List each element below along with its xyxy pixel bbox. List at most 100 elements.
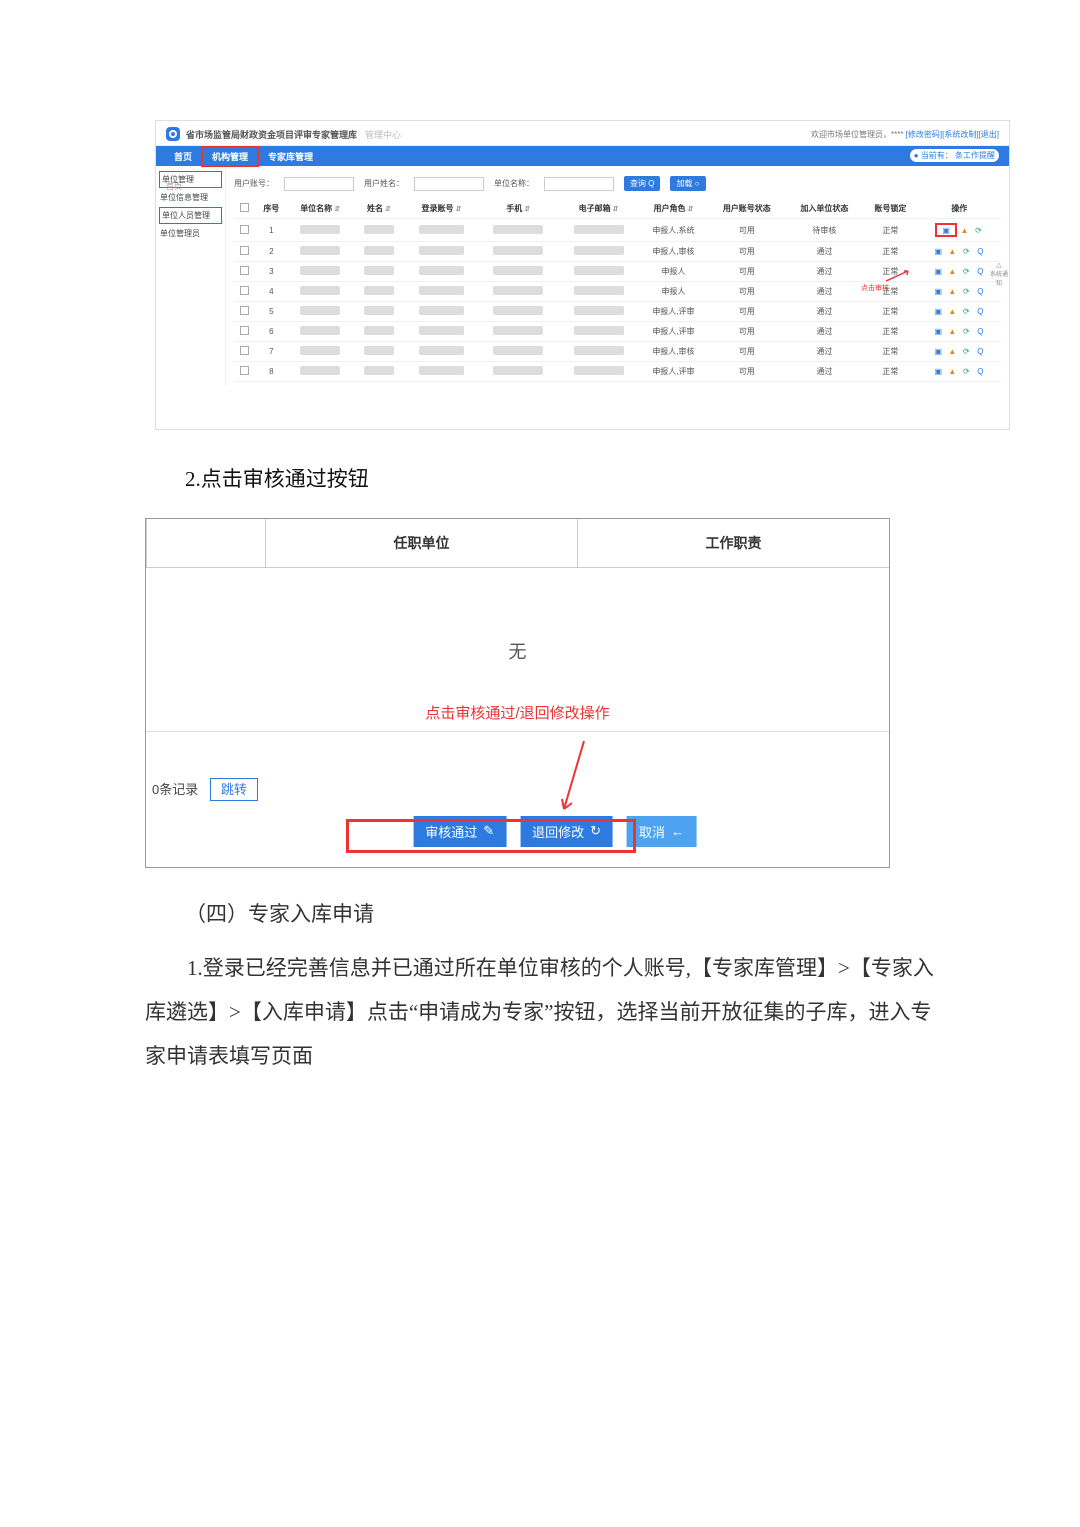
edit-icon[interactable]: ▣ [933,267,943,277]
sidebar-item-org-people[interactable]: 单位人员管理 [159,207,222,224]
sync-icon[interactable]: ⟳ [961,327,971,337]
col-org[interactable]: 单位名称⇵ [287,199,353,219]
sync-icon[interactable]: ⟳ [961,247,971,257]
col-role[interactable]: 用户角色⇵ [639,199,708,219]
user-icon[interactable]: ▲ [947,367,957,377]
col-name[interactable]: 姓名⇵ [353,199,405,219]
row-checkbox[interactable] [240,266,249,275]
search-icon[interactable]: Q [975,247,985,257]
cell-org-masked [300,286,340,295]
row-checkbox[interactable] [240,286,249,295]
annotation-label: 点击审核 [861,283,889,293]
cell-lock-status: 正常 [863,219,918,242]
cell-name-masked [364,266,394,275]
app-logo-icon [166,127,180,141]
search-button[interactable]: 查询 Q [624,176,660,191]
col-checkbox[interactable] [234,199,256,219]
search-icon[interactable]: Q [975,287,985,297]
reset-button[interactable]: 加载 ○ [670,176,705,191]
pager: 0条记录 跳转 [152,779,258,798]
sync-icon[interactable]: ⟳ [973,225,983,235]
search-icon[interactable]: Q [975,327,985,337]
dialog-col-org: 任职单位 [266,519,578,567]
cell-email-masked [574,266,624,275]
sync-icon[interactable]: ⟳ [961,367,971,377]
col-login[interactable]: 登录账号⇵ [405,199,478,219]
input-user-name[interactable] [414,177,484,191]
sync-icon[interactable]: ⟳ [961,347,971,357]
cell-join-status: 通过 [786,302,864,322]
cell-login-masked [419,326,464,335]
cell-org-masked [300,266,340,275]
row-checkbox[interactable] [240,246,249,255]
cell-role: 申报人,评审 [639,322,708,342]
edit-icon[interactable]: ▣ [933,347,943,357]
nav-home[interactable]: 首页 [164,147,202,166]
sync-icon[interactable]: ⟳ [961,287,971,297]
user-icon[interactable]: ▲ [947,347,957,357]
sync-icon[interactable]: ⟳ [961,267,971,277]
edit-icon[interactable]: ▣ [933,307,943,317]
cell-role: 申报人 [639,262,708,282]
user-icon[interactable]: ▲ [947,287,957,297]
row-checkbox[interactable] [240,225,249,234]
annotation-arrow-icon [556,737,596,817]
cell-acct-status: 可用 [708,362,786,382]
col-phone[interactable]: 手机⇵ [478,199,558,219]
sync-icon[interactable]: ⟳ [961,307,971,317]
cell-email-masked [574,225,624,234]
nav-org-management[interactable]: 机构管理 [202,147,258,166]
cell-name-masked [364,306,394,315]
col-email[interactable]: 电子邮箱⇵ [558,199,638,219]
row-checkbox[interactable] [240,326,249,335]
cell-seq: 2 [256,242,288,262]
user-icon[interactable]: ▲ [947,247,957,257]
cell-login-masked [419,366,464,375]
main-nav: 首页 机构管理 专家库管理 当前有： 条工作提醒 [156,146,1009,166]
work-reminder-pill[interactable]: 当前有： 条工作提醒 [910,149,999,162]
row-checkbox[interactable] [240,366,249,375]
cell-org-masked [300,326,340,335]
search-icon[interactable]: Q [975,367,985,377]
table-row: 8 申报人,评审 可用 通过 正常 ▣▲⟳Q [234,362,1001,382]
cell-org-masked [300,306,340,315]
user-icon[interactable]: ▲ [947,327,957,337]
search-icon[interactable]: Q [975,347,985,357]
edit-icon[interactable]: ▣ [933,327,943,337]
user-icon[interactable]: ▲ [959,225,969,235]
pager-jump-button[interactable]: 跳转 [210,778,258,801]
section-4-title: （四）专家入库申请 [185,898,1080,928]
approve-button[interactable]: 审核通过✎ [413,816,506,847]
dialog-button-row: 审核通过✎ 退回修改↻ 取消← [413,816,696,847]
row-checkbox[interactable] [240,346,249,355]
cell-acct-status: 可用 [708,262,786,282]
sidebar-item-org-admin[interactable]: 单位管理员 [156,225,225,242]
cell-name-masked [364,225,394,234]
cell-login-masked [419,266,464,275]
nav-expert-management[interactable]: 专家库管理 [258,147,323,166]
cell-login-masked [419,246,464,255]
dialog-table-header: 任职单位 工作职责 [146,519,889,568]
cell-acct-status: 可用 [708,282,786,302]
edit-icon[interactable]: ▣ [933,247,943,257]
edit-icon[interactable]: ▣ [933,367,943,377]
input-org-name[interactable] [544,177,614,191]
input-user-account[interactable] [284,177,354,191]
divider [146,731,889,732]
cell-phone-masked [493,246,543,255]
row-checkbox[interactable] [240,306,249,315]
edit-icon[interactable]: ▣ [933,287,943,297]
return-modify-button[interactable]: 退回修改↻ [520,816,613,847]
cell-phone-masked [493,306,543,315]
cancel-button[interactable]: 取消← [627,816,696,847]
cell-name-masked [364,366,394,375]
user-icon[interactable]: ▲ [947,267,957,277]
cell-org-masked [300,346,340,355]
cell-lock-status: 正常 [863,362,918,382]
search-icon[interactable]: Q [975,267,985,277]
cell-phone-masked [493,266,543,275]
cell-org-masked [300,246,340,255]
review-icon[interactable]: ▣ [941,225,951,235]
user-icon[interactable]: ▲ [947,307,957,317]
search-icon[interactable]: Q [975,307,985,317]
